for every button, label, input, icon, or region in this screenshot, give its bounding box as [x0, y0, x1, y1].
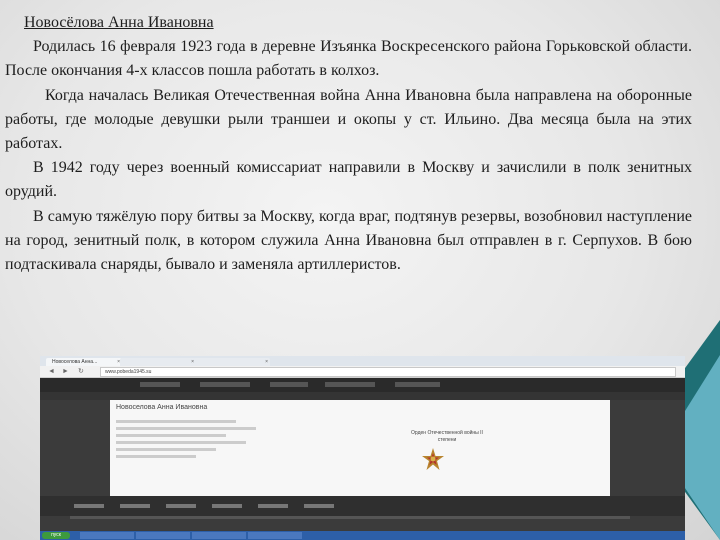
order-medal-icon [422, 448, 444, 470]
site-footer [40, 496, 685, 516]
footer-disclaimer [70, 516, 630, 519]
os-taskbar: пуск [40, 531, 685, 540]
record-title: Новоселова Анна Ивановна [116, 404, 208, 411]
record-line [116, 434, 226, 437]
person-name: Новосёлова Анна Ивановна [24, 14, 214, 31]
taskbar-item [248, 532, 302, 539]
record-line [116, 441, 246, 444]
nav-item [395, 382, 440, 387]
footer-link [212, 504, 242, 508]
taskbar-item [80, 532, 134, 539]
browser-tab-strip: Новоселова Анна... × × × [40, 356, 685, 366]
record-card: Новоселова Анна Ивановна Орден Отечестве… [110, 400, 610, 496]
paragraph-war-start: Когда началась Великая Отечественная вой… [5, 86, 692, 153]
footer-link [166, 504, 196, 508]
record-line [116, 455, 196, 458]
url-field: www.pobeda1945.su [100, 367, 676, 377]
footer-link [304, 504, 334, 508]
footer-link [258, 504, 288, 508]
browser-tab: × [120, 358, 196, 366]
paragraph-birth: Родилась 16 февраля 1923 года в деревне … [5, 38, 692, 80]
nav-item [325, 382, 375, 387]
paragraph-1942: В 1942 году через военный комиссариат на… [5, 159, 692, 201]
nav-item [200, 382, 250, 387]
footer-link [120, 504, 150, 508]
browser-tab: × [194, 358, 270, 366]
paragraph-moscow-battle: В самую тяжёлую пору битвы за Москву, ко… [5, 207, 692, 274]
footer-link [74, 504, 104, 508]
reload-icon: ↻ [78, 368, 84, 375]
taskbar-item [136, 532, 190, 539]
close-icon: × [265, 359, 268, 365]
nav-item [270, 382, 308, 387]
biography-text: Новосёлова Анна Ивановна Родилась 16 фев… [5, 11, 692, 277]
record-line [116, 420, 236, 423]
forward-icon: ► [62, 368, 69, 375]
site-navigation [40, 378, 685, 392]
back-icon: ◄ [48, 368, 55, 375]
record-line [116, 448, 216, 451]
browser-address-bar: ◄ ► ↻ www.pobeda1945.su [40, 366, 685, 378]
taskbar-item [192, 532, 246, 539]
embedded-browser-screenshot: Новоселова Анна... × × × ◄ ► ↻ www.pobeda… [40, 356, 685, 540]
start-button: пуск [42, 532, 70, 539]
site-subheader [40, 392, 685, 400]
nav-item [140, 382, 180, 387]
browser-tab: Новоселова Анна... × [46, 358, 122, 366]
award-name: Орден Отечественной войны II степени [411, 430, 483, 443]
record-line [116, 427, 256, 430]
